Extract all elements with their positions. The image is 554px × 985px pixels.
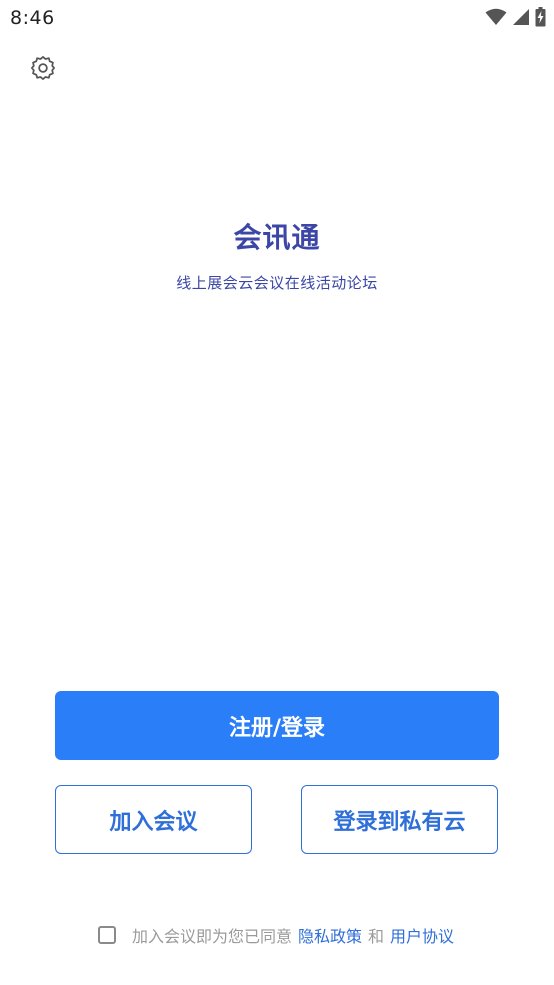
status-bar: 8:46 [0, 0, 554, 38]
private-cloud-login-button[interactable]: 登录到私有云 [301, 785, 498, 854]
status-icons [485, 7, 546, 27]
settings-button[interactable] [28, 55, 58, 85]
privacy-policy-link[interactable]: 隐私政策 [298, 923, 362, 947]
status-time: 8:46 [10, 7, 55, 29]
agreement-checkbox[interactable] [98, 926, 116, 944]
user-agreement-link[interactable]: 用户协议 [390, 923, 454, 947]
gear-icon [29, 54, 57, 86]
agreement-and-text: 和 [368, 927, 385, 946]
app-title: 会讯通 [233, 221, 321, 254]
agreement-row: 加入会议即为您已同意 隐私政策 和 用户协议 [98, 922, 454, 948]
agreement-text: 加入会议即为您已同意 [132, 927, 293, 946]
join-meeting-button[interactable]: 加入会议 [55, 785, 252, 854]
battery-charging-icon [535, 7, 546, 27]
register-login-button[interactable]: 注册/登录 [55, 691, 499, 760]
cellular-signal-icon [512, 8, 530, 26]
wifi-icon [485, 8, 507, 26]
app-subtitle: 线上展会云会议在线活动论坛 [176, 274, 378, 292]
